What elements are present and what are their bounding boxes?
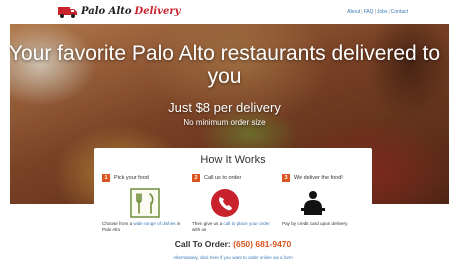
top-bar: Palo Alto Delivery About|FAQ|Jobs|Contact bbox=[0, 0, 449, 24]
step-number-badge: 1 bbox=[102, 174, 110, 182]
step-3-header: 3 We deliver the food! bbox=[282, 174, 343, 182]
step-number-badge: 2 bbox=[192, 174, 200, 182]
step-2-desc-text: Then give us a bbox=[192, 221, 224, 226]
brand-name: Palo Alto Delivery bbox=[81, 5, 180, 19]
call-to-order: Call To Order: (650) 681-9470 bbox=[94, 239, 372, 249]
phone-number[interactable]: (650) 681-9470 bbox=[233, 239, 291, 249]
hero-price: Just $8 per delivery bbox=[168, 100, 281, 115]
step-2-header: 2 Call us to order bbox=[192, 174, 241, 182]
step-1-description: Choose from a wide range of dishes in Pa… bbox=[102, 221, 184, 233]
step-2-description: Then give us a call to place your order … bbox=[192, 221, 276, 233]
nav-link-faq[interactable]: FAQ bbox=[364, 9, 374, 15]
call-link[interactable]: call to place your order bbox=[223, 221, 269, 226]
delivery-person-icon bbox=[301, 191, 325, 215]
step-2-desc-suffix: with us bbox=[192, 227, 207, 232]
hero-headline: Your favorite Palo Alto restaurants deli… bbox=[8, 42, 441, 88]
brand-name-part1: Palo Alto bbox=[81, 6, 132, 17]
hero-subtext: No minimum order size bbox=[183, 118, 266, 127]
how-it-works-card: How It Works 1 Pick your food Choose fro… bbox=[94, 148, 372, 266]
nav-link-about[interactable]: About bbox=[347, 9, 360, 15]
step-3-label: We deliver the food! bbox=[294, 175, 343, 181]
nav-link-contact[interactable]: Contact bbox=[391, 9, 408, 15]
fork-knife-icon bbox=[130, 188, 160, 218]
step-2-label: Call us to order bbox=[204, 175, 242, 181]
restaurants-link[interactable]: wide range of dishes bbox=[133, 221, 175, 226]
phone-icon bbox=[211, 189, 239, 217]
brand-logo[interactable]: Palo Alto Delivery bbox=[58, 5, 180, 19]
step-3-description: Pay by credit card upon delivery bbox=[282, 221, 368, 227]
brand-name-part2: Delivery bbox=[134, 6, 181, 17]
call-to-order-label: Call To Order: bbox=[174, 239, 231, 249]
step-1-header: 1 Pick your food bbox=[102, 174, 149, 182]
top-nav: About|FAQ|Jobs|Contact bbox=[347, 9, 408, 15]
nav-link-jobs[interactable]: Jobs bbox=[377, 9, 388, 15]
step-3-desc-text: Pay by credit card upon delivery bbox=[282, 221, 348, 226]
step-1-label: Pick your food bbox=[114, 175, 149, 181]
how-it-works-title: How It Works bbox=[200, 154, 266, 166]
step-1-desc-text: Choose from a bbox=[102, 221, 134, 226]
order-online-link[interactable]: Alternatively, click here if you want to… bbox=[94, 255, 372, 260]
truck-icon bbox=[58, 7, 77, 18]
step-number-badge: 3 bbox=[282, 174, 290, 182]
